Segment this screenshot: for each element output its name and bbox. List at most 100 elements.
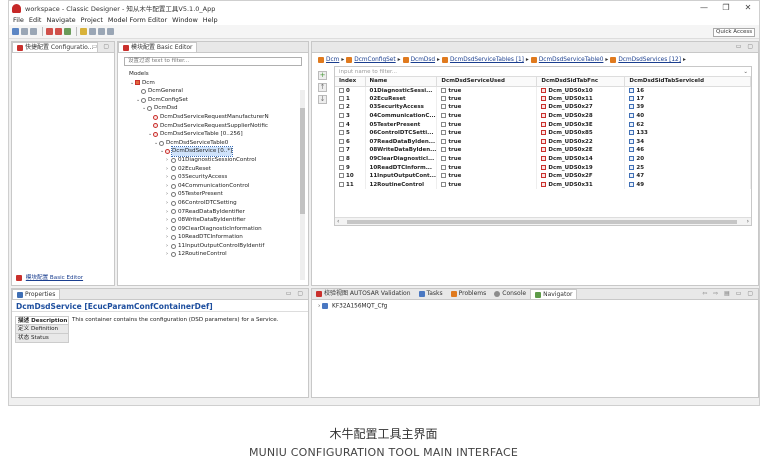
tree-item[interactable]: › 09ClearDiagnosticInformation [124, 225, 308, 234]
move-down-button[interactable]: ↓ [318, 95, 327, 104]
cell-sid[interactable]: 34 [624, 137, 751, 147]
cell-name[interactable]: 05TesterPresent [365, 120, 438, 129]
cell-used[interactable]: true [436, 86, 538, 95]
cell-sid[interactable]: 20 [624, 154, 751, 164]
cell-index[interactable]: 7 [335, 146, 366, 155]
cell-used[interactable]: true [436, 103, 538, 112]
tree-item[interactable]: ⌄ DcmDsdServiceTable0 [124, 139, 308, 148]
table-row[interactable]: 7 08WriteDataByIden... true Dcm_UDS0x2E 46 [335, 146, 751, 155]
cell-index[interactable]: 3 [335, 111, 366, 121]
basic-editor-link[interactable]: 模块配置 Basic Editor [16, 273, 83, 281]
tree-item[interactable]: ⌄ DcmConfigSet [124, 96, 308, 105]
history-icon[interactable] [107, 28, 114, 35]
cell-used[interactable]: true [436, 111, 538, 121]
cell-name[interactable]: 08WriteDataByIden... [365, 146, 438, 155]
tree-filter-input[interactable]: 设置过滤 text to filter... [124, 57, 302, 66]
table-row[interactable]: 5 06ControlDTCSetti... true Dcm_UDS0x85 133 [335, 128, 751, 138]
tree-item[interactable]: › 10ReadDTCInformation [124, 233, 308, 242]
cell-sid[interactable]: 46 [624, 146, 751, 155]
tree-item[interactable]: ⌄ Dcm [124, 79, 308, 88]
cell-used[interactable]: true [436, 120, 538, 129]
tab-quick-config[interactable]: 快捷配置 Configuratio... [12, 42, 99, 52]
cell-fnc[interactable]: Dcm_UDS0x27 [536, 103, 626, 112]
new-icon[interactable] [12, 28, 19, 35]
cell-sid[interactable]: 17 [624, 94, 751, 104]
tree-item[interactable]: › 05TesterPresent [124, 190, 308, 199]
col-sid-tab-fnc[interactable]: DcmDsdSidTabFnc [536, 77, 626, 87]
menu-model-form-editor[interactable]: Model Form Editor [108, 16, 167, 24]
tree-item[interactable]: › 08WriteDataByIdentifier [124, 216, 308, 225]
tab-status[interactable]: 状态 Status [15, 334, 69, 343]
breadcrumb-dsd[interactable]: DcmDsd [411, 57, 435, 63]
cell-fnc[interactable]: Dcm_UDS0x19 [536, 163, 626, 172]
tab-console[interactable]: Console [490, 289, 530, 299]
cell-index[interactable]: 10 [335, 171, 366, 181]
back-icon[interactable] [89, 28, 96, 35]
tree-item[interactable]: Models [124, 70, 308, 79]
cell-used[interactable]: true [436, 154, 538, 164]
menu-project[interactable]: Project [81, 16, 103, 24]
cell-name[interactable]: 12RoutineControl [365, 180, 438, 190]
cell-fnc[interactable]: Dcm_UDS0x2F [536, 171, 626, 181]
tree-item[interactable]: ⌄ DcmDsdService [0..*] [124, 146, 308, 157]
cell-used[interactable]: true [436, 137, 538, 147]
cell-fnc[interactable]: Dcm_UDS0x85 [536, 128, 626, 138]
cell-used[interactable]: true [436, 128, 538, 138]
table-row[interactable]: 3 04CommunicationC... true Dcm_UDS0x28 40 [335, 111, 751, 121]
cell-sid[interactable]: 25 [624, 163, 751, 172]
tab-problems[interactable]: Problems [447, 289, 491, 299]
cell-name[interactable]: 02EcuReset [365, 94, 438, 104]
cell-fnc[interactable]: Dcm_UDS0x2E [536, 146, 626, 155]
panel-controls[interactable]: ▭ ▢ [92, 43, 111, 50]
menu-edit[interactable]: Edit [29, 16, 42, 24]
breadcrumb-configset[interactable]: DcmConfigSet [354, 57, 395, 63]
save-icon[interactable] [21, 28, 28, 35]
table-row[interactable]: 11 12RoutineControl true Dcm_UDS0x31 49 [335, 180, 751, 190]
minimize-button[interactable]: — [693, 1, 715, 15]
scroll-left-icon[interactable]: ‹ [337, 218, 339, 225]
cell-fnc[interactable]: Dcm_UDS0x28 [536, 111, 626, 121]
navigator-item[interactable]: › KF32A156MQT_Cfg [318, 303, 752, 310]
validate-icon[interactable] [46, 28, 53, 35]
cell-index[interactable]: 2 [335, 103, 366, 112]
cell-used[interactable]: true [436, 163, 538, 172]
cell-sid[interactable]: 40 [624, 111, 751, 121]
tree-item[interactable]: › 11InputOutputControlByIdentif [124, 242, 308, 251]
maximize-button[interactable]: ❐ [715, 1, 737, 15]
cell-name[interactable]: 10ReadDTCInform... [365, 163, 438, 172]
editor-panel-controls[interactable]: ▭ ▢ [736, 43, 755, 50]
tab-basic-editor[interactable]: 模块配置 Basic Editor [118, 42, 198, 52]
breadcrumb-service-table0[interactable]: DcmDsdServiceTable0 [539, 57, 604, 63]
tree-item[interactable]: DcmDsdServiceRequestSupplierNotific [124, 122, 308, 131]
menu-navigate[interactable]: Navigate [46, 16, 75, 24]
tab-tasks[interactable]: Tasks [415, 289, 447, 299]
cell-index[interactable]: 4 [335, 120, 366, 129]
cell-name[interactable]: 07ReadDataByIden... [365, 137, 438, 147]
cell-name[interactable]: 09ClearDiagnosticl... [365, 154, 438, 164]
cell-used[interactable]: true [436, 146, 538, 155]
generate-icon[interactable] [64, 28, 71, 35]
add-row-button[interactable]: + [318, 71, 327, 80]
cell-sid[interactable]: 62 [624, 120, 751, 129]
table-row[interactable]: 10 11InputOutputCont... true Dcm_UDS0x2F 47 [335, 171, 751, 181]
chevron-down-icon[interactable]: ⌄ [743, 67, 748, 77]
table-row[interactable]: 2 03SecurityAccess true Dcm_UDS0x27 39 [335, 103, 751, 112]
cell-sid[interactable]: 49 [624, 180, 751, 190]
cell-used[interactable]: true [436, 180, 538, 190]
col-service-used[interactable]: DcmDsdServiceUsed [436, 77, 538, 87]
forward-icon[interactable] [98, 28, 105, 35]
tree-item[interactable]: DcmDsdServiceRequestManufacturerN [124, 113, 308, 122]
table-row[interactable]: 8 09ClearDiagnosticl... true Dcm_UDS0x14 20 [335, 154, 751, 164]
menu-window[interactable]: Window [172, 16, 198, 24]
cell-index[interactable]: 1 [335, 94, 366, 104]
col-index[interactable]: Index [335, 77, 366, 87]
cell-sid[interactable]: 16 [624, 86, 751, 95]
cell-fnc[interactable]: Dcm_UDS0x14 [536, 154, 626, 164]
cell-name[interactable]: 11InputOutputCont... [365, 171, 438, 181]
table-row[interactable]: 1 02EcuReset true Dcm_UDS0x11 17 [335, 94, 751, 104]
tree-item[interactable]: › 12RoutineControl [124, 250, 308, 259]
cell-sid[interactable]: 133 [624, 128, 751, 138]
cell-name[interactable]: 04CommunicationC... [365, 111, 438, 121]
tree-item[interactable]: ⌄ DcmDsdServiceTable [0..256] [124, 130, 308, 139]
cell-name[interactable]: 06ControlDTCSetti... [365, 128, 438, 138]
